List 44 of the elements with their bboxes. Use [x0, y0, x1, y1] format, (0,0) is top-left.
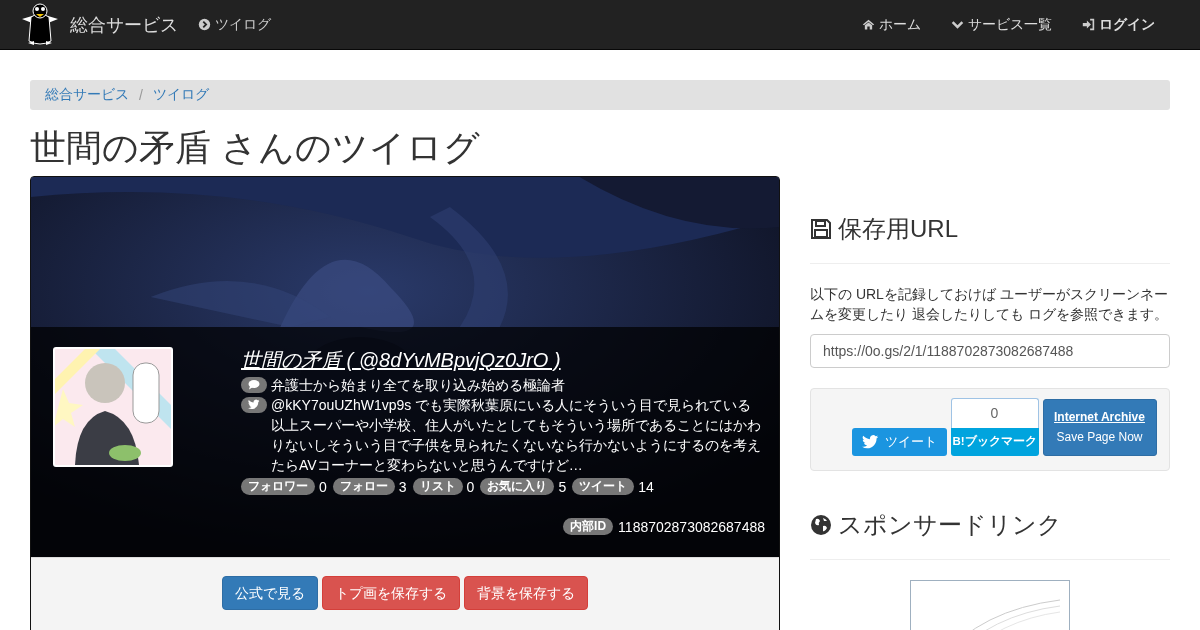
breadcrumb-separator: / — [139, 87, 143, 103]
bookmark-count: 0 — [950, 397, 1039, 428]
bookmark-button[interactable]: B!ブックマーク — [950, 427, 1039, 456]
breadcrumb-link[interactable]: ツイログ — [152, 86, 209, 104]
nav-link[interactable]: ツイログ — [215, 15, 286, 34]
stat-value: 14 — [638, 477, 654, 497]
bird-icon — [861, 434, 879, 449]
tweet-button[interactable]: ツイート — [851, 427, 947, 456]
action-button[interactable]: 公式で見る — [222, 575, 318, 610]
bird-icon — [241, 396, 267, 413]
action-button[interactable]: 背景を保存する — [464, 575, 588, 610]
sign-in-icon — [1082, 18, 1095, 31]
url-field[interactable]: https://0o.gs/2/1/1188702873082687488 — [810, 333, 1170, 368]
stat-label: フォロー — [332, 478, 395, 496]
speech-bubble-icon — [241, 376, 267, 393]
section-heading: 保存用URL — [838, 213, 958, 244]
id-value: 1188702873082687488 — [618, 517, 765, 537]
stat-label: ツイート — [572, 478, 635, 496]
profile-bio: 弁護士から始まり全てを取り込み始める極論者 — [271, 375, 565, 395]
penguin-logo-icon[interactable] — [20, 2, 60, 47]
profile-name-link[interactable]: 世間の矛盾 ( @8dYvMBpvjQz0JrO ) — [241, 346, 765, 373]
home-icon — [862, 18, 875, 31]
stat-value: 0 — [466, 477, 475, 497]
nav-link[interactable]: ログイン — [1099, 15, 1155, 34]
archive-button[interactable]: Internet Archive Save Page Now — [1042, 398, 1157, 456]
stat-value: 0 — [319, 477, 327, 497]
id-label: 内部ID — [563, 518, 614, 536]
save-url-description: 以下の URLを記録しておけば ユーザーがスクリーンネームを変更したり 退会したりしても ログを参照できます。 — [810, 284, 1169, 324]
brand-name[interactable]: 総合サービス — [70, 12, 178, 37]
breadcrumb-link[interactable]: 総合サービス — [45, 86, 129, 104]
stat-value: 3 — [398, 477, 407, 497]
chevron-circle-icon — [198, 18, 211, 31]
globe-icon — [810, 513, 832, 536]
nav-link[interactable]: ホーム — [879, 15, 921, 34]
stat-label: フォロワー — [241, 478, 315, 496]
section-heading: スポンサードリンク — [838, 509, 1062, 540]
action-button[interactable]: トプ画を保存する — [322, 575, 460, 610]
stat-label: お気に入り — [480, 478, 555, 496]
nav-link[interactable]: サービス一覧 — [968, 15, 1052, 34]
chevron-down-icon — [951, 18, 964, 31]
stat-value: 5 — [558, 477, 567, 497]
page-title: 世間の矛盾 さんのツイログ — [30, 128, 481, 168]
stat-label: リスト — [412, 478, 463, 496]
latest-tweet: @kKY7ouUZhW1vp9s でも実際秋葉原にいる人にそういう目で見られている以上スーパーや小学校、住人がいたとしてもそういう場所であることにはかわりないしそういう目で子供を見られたくないなら行かないようにするのを考えたらAVコーナーと変わらないと思うんですけど… — [271, 395, 762, 475]
